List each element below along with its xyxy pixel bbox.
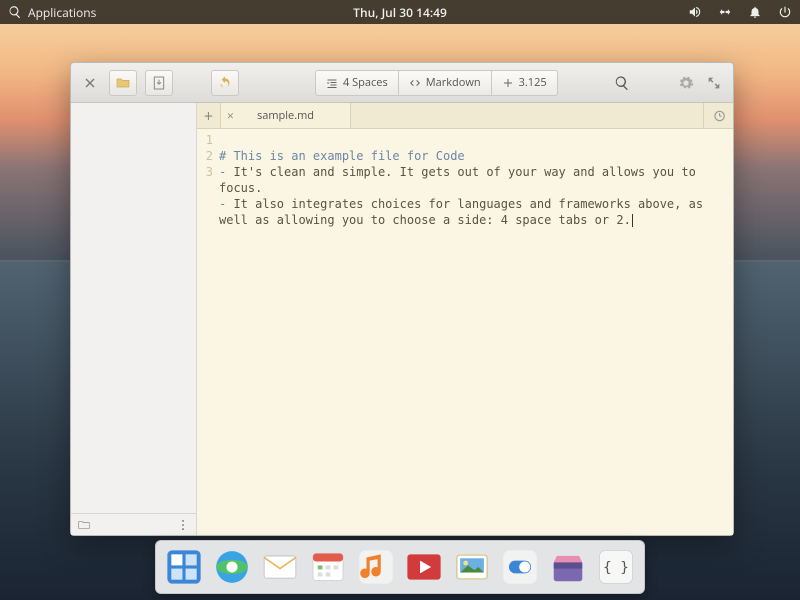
sidebar <box>71 103 197 535</box>
open-folder-button[interactable] <box>109 70 137 96</box>
dock-music[interactable] <box>354 545 398 589</box>
tab-close-button[interactable]: × <box>227 107 234 124</box>
tab-filename: sample.md <box>257 108 314 123</box>
text-cursor <box>632 214 633 227</box>
close-icon <box>82 75 98 91</box>
more-icon[interactable] <box>176 518 190 532</box>
history-icon <box>712 109 726 123</box>
code-icon <box>409 77 421 89</box>
history-button[interactable] <box>703 103 733 128</box>
indent-selector[interactable]: 4 Spaces <box>315 70 399 96</box>
volume-icon[interactable] <box>688 5 702 19</box>
top-panel: Applications Thu, Jul 30 14:49 <box>0 0 800 24</box>
power-icon[interactable] <box>778 5 792 19</box>
file-tab[interactable]: × sample.md <box>221 103 351 128</box>
dock-web-browser[interactable] <box>210 545 254 589</box>
dock-multitasking[interactable] <box>162 545 206 589</box>
dock: { } <box>155 540 645 594</box>
maximize-icon <box>706 75 722 91</box>
window-close-button[interactable] <box>79 72 101 94</box>
notifications-icon[interactable] <box>748 5 762 19</box>
revert-icon <box>217 75 233 91</box>
applications-menu[interactable]: Applications <box>8 4 96 21</box>
menu-button[interactable] <box>675 72 697 94</box>
dock-videos[interactable] <box>402 545 446 589</box>
code-lines[interactable]: # This is an example file for Code - It'… <box>217 129 733 535</box>
tab-strip: + × sample.md <box>197 103 733 129</box>
sidebar-footer <box>71 513 196 535</box>
new-tab-button[interactable]: + <box>197 103 221 128</box>
gear-icon <box>678 75 694 91</box>
search-icon <box>8 5 22 19</box>
dock-settings[interactable] <box>498 545 542 589</box>
window-titlebar: 4 Spaces Markdown 3.125 <box>71 63 733 103</box>
network-icon[interactable] <box>718 5 732 19</box>
language-selector[interactable]: Markdown <box>399 70 492 96</box>
svg-text:{ }: { } <box>603 560 629 576</box>
zoom-icon <box>502 77 514 89</box>
code-editor-window: 4 Spaces Markdown 3.125 <box>70 62 734 536</box>
folder-outline-icon[interactable] <box>77 518 91 532</box>
search-button[interactable] <box>611 72 633 94</box>
clock[interactable]: Thu, Jul 30 14:49 <box>353 4 447 21</box>
dock-appcenter[interactable] <box>546 545 590 589</box>
dock-code[interactable]: { } <box>594 545 638 589</box>
revert-button[interactable] <box>211 70 239 96</box>
save-icon <box>151 75 167 91</box>
maximize-button[interactable] <box>703 72 725 94</box>
zoom-selector[interactable]: 3.125 <box>492 70 558 96</box>
dock-calendar[interactable] <box>306 545 350 589</box>
dock-photos[interactable] <box>450 545 494 589</box>
line-gutter: 1 2 3 <box>197 129 217 535</box>
folder-icon <box>115 75 131 91</box>
format-segmented-control: 4 Spaces Markdown 3.125 <box>315 70 558 96</box>
indent-icon <box>326 77 338 89</box>
applications-label: Applications <box>28 4 96 21</box>
search-icon <box>614 75 630 91</box>
dock-mail[interactable] <box>258 545 302 589</box>
code-area[interactable]: 1 2 3 # This is an example file for Code… <box>197 129 733 535</box>
save-button[interactable] <box>145 70 173 96</box>
